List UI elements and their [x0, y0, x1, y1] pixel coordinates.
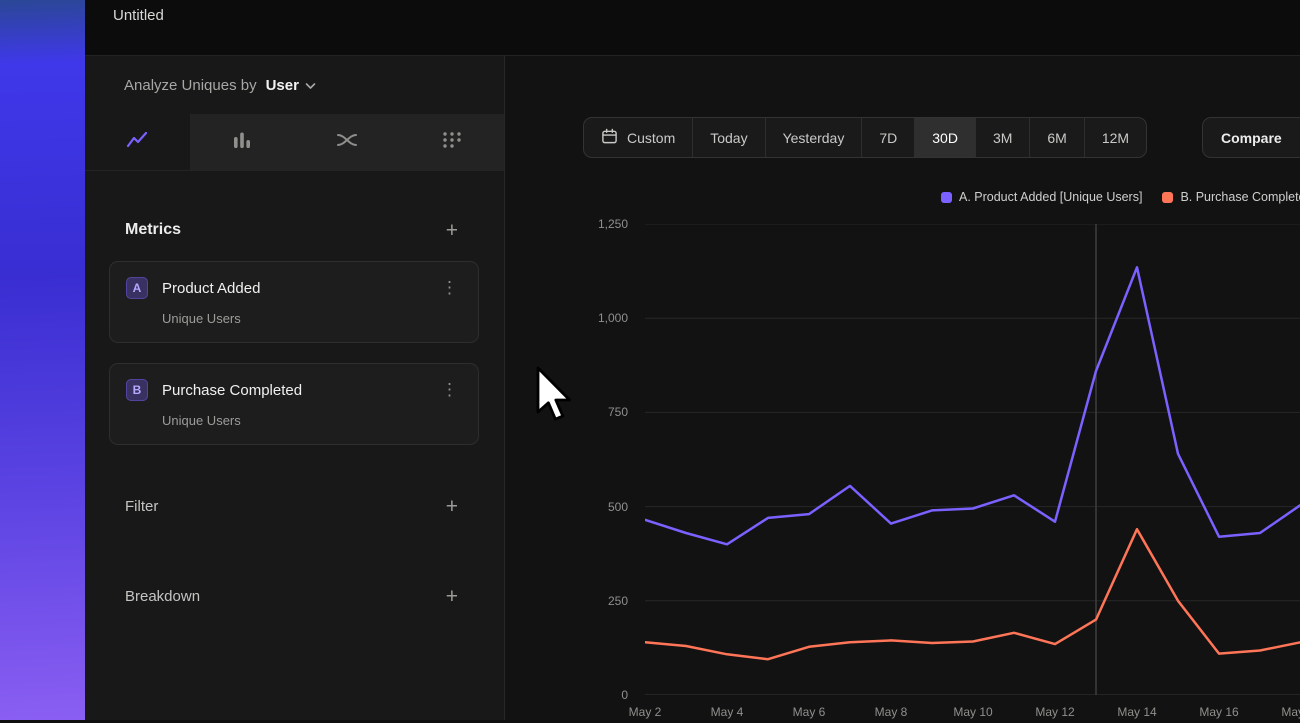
dots-grid-icon: [441, 130, 463, 155]
legend-item-a[interactable]: A. Product Added [Unique Users]: [941, 190, 1142, 204]
filter-header: Filter +: [109, 493, 480, 519]
metric-card-head: A Product Added ⋮: [126, 277, 462, 299]
y-axis: 1,2501,0007505002500: [560, 224, 628, 695]
range-button[interactable]: 12M: [1085, 118, 1146, 157]
metric-badge-a: A: [126, 277, 148, 299]
y-axis-label: 500: [608, 500, 628, 514]
tab-funnels[interactable]: [190, 114, 295, 170]
custom-range-label: Custom: [627, 130, 675, 146]
range-button[interactable]: 7D: [862, 118, 915, 157]
brand-gradient-strip: [0, 0, 85, 720]
x-axis-label: May 10: [953, 705, 992, 719]
y-axis-label: 0: [621, 688, 628, 702]
x-axis-label: May 18: [1281, 705, 1300, 719]
breakdown-title: Breakdown: [125, 588, 200, 605]
report-type-tabs: [85, 114, 504, 171]
x-axis-label: May 4: [711, 705, 744, 719]
chart-legend: A. Product Added [Unique Users] B. Purch…: [941, 190, 1300, 204]
x-axis-label: May 6: [793, 705, 826, 719]
chart-plot[interactable]: [645, 224, 1300, 695]
y-axis-label: 1,000: [598, 311, 628, 325]
add-breakdown-button[interactable]: +: [446, 586, 458, 607]
breakdown-header: Breakdown +: [109, 583, 480, 609]
range-button[interactable]: 30D: [915, 118, 976, 157]
metric-measurement[interactable]: Unique Users: [162, 311, 462, 326]
metric-card-a[interactable]: A Product Added ⋮ Unique Users: [109, 261, 479, 343]
tab-flows[interactable]: [295, 114, 400, 170]
analyze-row: Analyze Uniques by User: [85, 56, 504, 114]
analyze-by-dropdown[interactable]: User: [266, 77, 316, 94]
chart-panel: Custom Today Yesterday 7D 30D 3M 6M 12M …: [505, 56, 1300, 720]
compare-button[interactable]: Compare: [1202, 117, 1300, 158]
tab-retention[interactable]: [399, 114, 504, 170]
x-axis-label: May 16: [1199, 705, 1238, 719]
kebab-menu-icon[interactable]: ⋮: [437, 380, 462, 400]
analyze-by-value: User: [266, 77, 299, 94]
metric-card-b[interactable]: B Purchase Completed ⋮ Unique Users: [109, 363, 479, 445]
legend-item-b[interactable]: B. Purchase Completed [Unique Users]: [1162, 190, 1300, 204]
filter-title: Filter: [125, 498, 158, 515]
metric-name: Product Added: [162, 280, 423, 297]
chevron-down-icon: [305, 77, 316, 94]
analyze-label: Analyze Uniques by: [124, 77, 257, 94]
range-button[interactable]: Yesterday: [766, 118, 863, 157]
metric-badge-b: B: [126, 379, 148, 401]
metrics-header: Metrics +: [109, 217, 480, 243]
range-button[interactable]: Today: [693, 118, 765, 157]
x-axis-label: May 14: [1117, 705, 1156, 719]
metric-measurement[interactable]: Unique Users: [162, 413, 462, 428]
report-title[interactable]: Untitled: [113, 7, 164, 24]
series-line: [645, 529, 1300, 659]
y-axis-label: 250: [608, 594, 628, 608]
metrics-title: Metrics: [125, 221, 181, 239]
flows-icon: [336, 130, 358, 155]
tab-insights[interactable]: [85, 114, 190, 170]
x-axis: May 2May 4May 6May 8May 10May 12May 14Ma…: [645, 705, 1300, 723]
query-sidebar: Analyze Uniques by User: [85, 56, 505, 720]
metric-card-head: B Purchase Completed ⋮: [126, 379, 462, 401]
date-range-group: Custom Today Yesterday 7D 30D 3M 6M 12M: [583, 117, 1147, 158]
legend-label: B. Purchase Completed [Unique Users]: [1180, 190, 1300, 204]
legend-label: A. Product Added [Unique Users]: [959, 190, 1142, 204]
range-button[interactable]: 3M: [976, 118, 1030, 157]
custom-range-button[interactable]: Custom: [584, 118, 693, 157]
calendar-icon: [601, 128, 618, 148]
series-line: [645, 267, 1300, 544]
line-chart-icon: [126, 130, 148, 155]
metric-name: Purchase Completed: [162, 382, 423, 399]
add-filter-button[interactable]: +: [446, 496, 458, 517]
y-axis-label: 1,250: [598, 217, 628, 231]
kebab-menu-icon[interactable]: ⋮: [437, 278, 462, 298]
y-axis-label: 750: [608, 405, 628, 419]
x-axis-label: May 12: [1035, 705, 1074, 719]
add-metric-button[interactable]: +: [446, 220, 458, 241]
legend-swatch: [941, 192, 952, 203]
range-button[interactable]: 6M: [1030, 118, 1084, 157]
x-axis-label: May 2: [629, 705, 662, 719]
x-axis-label: May 8: [875, 705, 908, 719]
bar-chart-icon: [231, 130, 253, 155]
top-bar: Untitled: [85, 0, 1300, 56]
legend-swatch: [1162, 192, 1173, 203]
